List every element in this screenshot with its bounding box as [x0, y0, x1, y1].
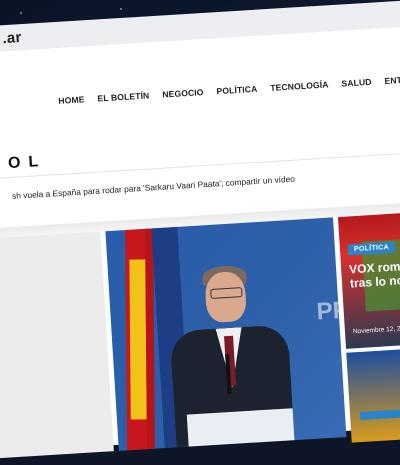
url-text[interactable]: .ar [2, 29, 22, 47]
article-title[interactable]: VOX rompe el PP tras lo no acompa [349, 256, 400, 291]
main-nav: HOME EL BOLETÍN NEGOCIO POLÍTICA TECNOLO… [58, 70, 400, 106]
spain-flag-stripe [129, 259, 147, 420]
nav-item-tecnologia[interactable]: TECNOLOGÍA [270, 79, 329, 93]
news-ticker[interactable]: sh vuela a España para rodar para 'Sarka… [12, 174, 295, 201]
glasses-icon [210, 287, 243, 299]
party-logo-watermark: PP [315, 296, 347, 326]
article-date: Noviembre 12, 20 [352, 325, 400, 336]
side-article-card[interactable]: POLÍTICA VOX rompe el PP tras lo no acom… [337, 209, 400, 349]
nav-item-negocio[interactable]: NEGOCIO [162, 87, 204, 100]
hero-image-card[interactable]: PP [105, 217, 347, 451]
category-badge [359, 409, 400, 421]
nav-item-el-boletin[interactable]: EL BOLETÍN [97, 90, 149, 103]
podium [186, 408, 295, 451]
nav-item-politica[interactable]: POLÍTICA [216, 84, 257, 96]
web-page: HOME EL BOLETÍN NEGOCIO POLÍTICA TECNOLO… [0, 24, 400, 459]
divider [0, 150, 400, 181]
nav-item-salud[interactable]: SALUD [341, 77, 372, 89]
side-article-card-2[interactable] [346, 345, 400, 443]
site-logo[interactable]: OL [8, 153, 47, 173]
nav-item-home[interactable]: HOME [58, 94, 85, 106]
browser-screen: .ar HOME EL BOLETÍN NEGOCIO POLÍTICA TEC… [0, 0, 400, 459]
left-placeholder-card[interactable] [0, 231, 114, 459]
nav-item-entretenimiento[interactable]: ENTRETENIMIENT [384, 71, 400, 86]
